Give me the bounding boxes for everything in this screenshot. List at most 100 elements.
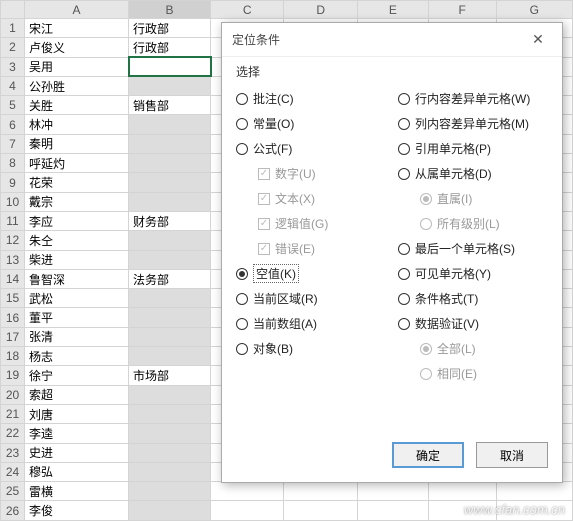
row-header[interactable]: 19 — [1, 366, 25, 385]
cell[interactable]: 公孙胜 — [25, 76, 129, 95]
radio-option[interactable]: 当前区域(R) — [236, 286, 394, 311]
row-header[interactable]: 23 — [1, 443, 25, 462]
cell[interactable] — [129, 327, 211, 346]
radio-option[interactable]: 列内容差异单元格(M) — [398, 111, 548, 136]
cell[interactable]: 吴用 — [25, 57, 129, 76]
col-header[interactable]: A — [25, 1, 129, 19]
cell[interactable]: 穆弘 — [25, 462, 129, 481]
cell[interactable]: 鲁智深 — [25, 269, 129, 288]
cell[interactable] — [129, 57, 211, 76]
row-header[interactable]: 10 — [1, 192, 25, 211]
dialog-titlebar[interactable]: 定位条件 ✕ — [222, 23, 562, 57]
row-header[interactable]: 14 — [1, 269, 25, 288]
row-header[interactable]: 3 — [1, 57, 25, 76]
cell[interactable] — [129, 404, 211, 423]
cell[interactable]: 李应 — [25, 211, 129, 230]
cell[interactable]: 雷横 — [25, 482, 129, 501]
cell[interactable] — [284, 482, 357, 501]
cell[interactable] — [357, 482, 428, 501]
cell[interactable]: 卢俊义 — [25, 38, 129, 57]
cell[interactable]: 法务部 — [129, 269, 211, 288]
row-header[interactable]: 16 — [1, 308, 25, 327]
row-header[interactable]: 6 — [1, 115, 25, 134]
cell[interactable] — [129, 462, 211, 481]
cell[interactable] — [129, 308, 211, 327]
radio-option[interactable]: 当前数组(A) — [236, 311, 394, 336]
cell[interactable]: 关胜 — [25, 96, 129, 115]
cell[interactable]: 呼延灼 — [25, 154, 129, 173]
row-header[interactable]: 22 — [1, 424, 25, 443]
row-header[interactable]: 9 — [1, 173, 25, 192]
row-header[interactable]: 1 — [1, 19, 25, 38]
radio-option[interactable]: 对象(B) — [236, 336, 394, 361]
row-header[interactable]: 13 — [1, 250, 25, 269]
cell[interactable]: 林冲 — [25, 115, 129, 134]
cell[interactable]: 索超 — [25, 385, 129, 404]
row-header[interactable]: 20 — [1, 385, 25, 404]
cell[interactable]: 李俊 — [25, 501, 129, 521]
cell[interactable]: 行政部 — [129, 19, 211, 38]
row-header[interactable]: 17 — [1, 327, 25, 346]
cell[interactable] — [129, 424, 211, 443]
row-header[interactable]: 11 — [1, 211, 25, 230]
cell[interactable]: 刘唐 — [25, 404, 129, 423]
row-header[interactable]: 2 — [1, 38, 25, 57]
row-header[interactable]: 15 — [1, 289, 25, 308]
cell[interactable]: 史进 — [25, 443, 129, 462]
cancel-button[interactable]: 取消 — [476, 442, 548, 468]
cell[interactable]: 行政部 — [129, 38, 211, 57]
cell[interactable]: 财务部 — [129, 211, 211, 230]
cell[interactable] — [357, 501, 428, 521]
cell[interactable] — [211, 501, 284, 521]
radio-option[interactable]: 从属单元格(D) — [398, 161, 548, 186]
radio-option[interactable]: 可见单元格(Y) — [398, 261, 548, 286]
cell[interactable]: 花荣 — [25, 173, 129, 192]
radio-option[interactable]: 数据验证(V) — [398, 311, 548, 336]
cell[interactable]: 宋江 — [25, 19, 129, 38]
row-header[interactable]: 21 — [1, 404, 25, 423]
radio-option[interactable]: 批注(C) — [236, 86, 394, 111]
row-header[interactable]: 26 — [1, 501, 25, 521]
radio-option[interactable]: 行内容差异单元格(W) — [398, 86, 548, 111]
row-header[interactable]: 8 — [1, 154, 25, 173]
cell[interactable]: 朱仝 — [25, 231, 129, 250]
radio-option[interactable]: 空值(K) — [236, 261, 394, 286]
row-header[interactable]: 5 — [1, 96, 25, 115]
cell[interactable] — [129, 347, 211, 366]
cell[interactable] — [129, 134, 211, 153]
col-header[interactable]: C — [211, 1, 284, 19]
radio-option[interactable]: 公式(F) — [236, 136, 394, 161]
col-header[interactable]: G — [496, 1, 572, 19]
cell[interactable]: 秦明 — [25, 134, 129, 153]
col-header[interactable]: D — [284, 1, 357, 19]
row-header[interactable]: 4 — [1, 76, 25, 95]
cell[interactable]: 杨志 — [25, 347, 129, 366]
cell[interactable]: 柴进 — [25, 250, 129, 269]
cell[interactable] — [129, 250, 211, 269]
radio-option[interactable]: 常量(O) — [236, 111, 394, 136]
cell[interactable] — [129, 154, 211, 173]
cell[interactable]: 武松 — [25, 289, 129, 308]
cell[interactable] — [129, 115, 211, 134]
cell[interactable]: 董平 — [25, 308, 129, 327]
radio-option[interactable]: 最后一个单元格(S) — [398, 236, 548, 261]
cell[interactable] — [211, 482, 284, 501]
cell[interactable] — [129, 231, 211, 250]
col-header[interactable]: F — [428, 1, 496, 19]
cell[interactable] — [129, 385, 211, 404]
cell[interactable]: 徐宁 — [25, 366, 129, 385]
cell[interactable]: 张清 — [25, 327, 129, 346]
cell[interactable] — [496, 482, 572, 501]
cell[interactable] — [129, 289, 211, 308]
col-header[interactable]: B — [129, 1, 211, 19]
row-header[interactable]: 18 — [1, 347, 25, 366]
cell[interactable]: 李逵 — [25, 424, 129, 443]
cell[interactable] — [428, 482, 496, 501]
ok-button[interactable]: 确定 — [392, 442, 464, 468]
cell[interactable]: 销售部 — [129, 96, 211, 115]
corner-cell[interactable] — [1, 1, 25, 19]
col-header[interactable]: E — [357, 1, 428, 19]
cell[interactable] — [129, 443, 211, 462]
radio-option[interactable]: 引用单元格(P) — [398, 136, 548, 161]
row-header[interactable]: 24 — [1, 462, 25, 481]
